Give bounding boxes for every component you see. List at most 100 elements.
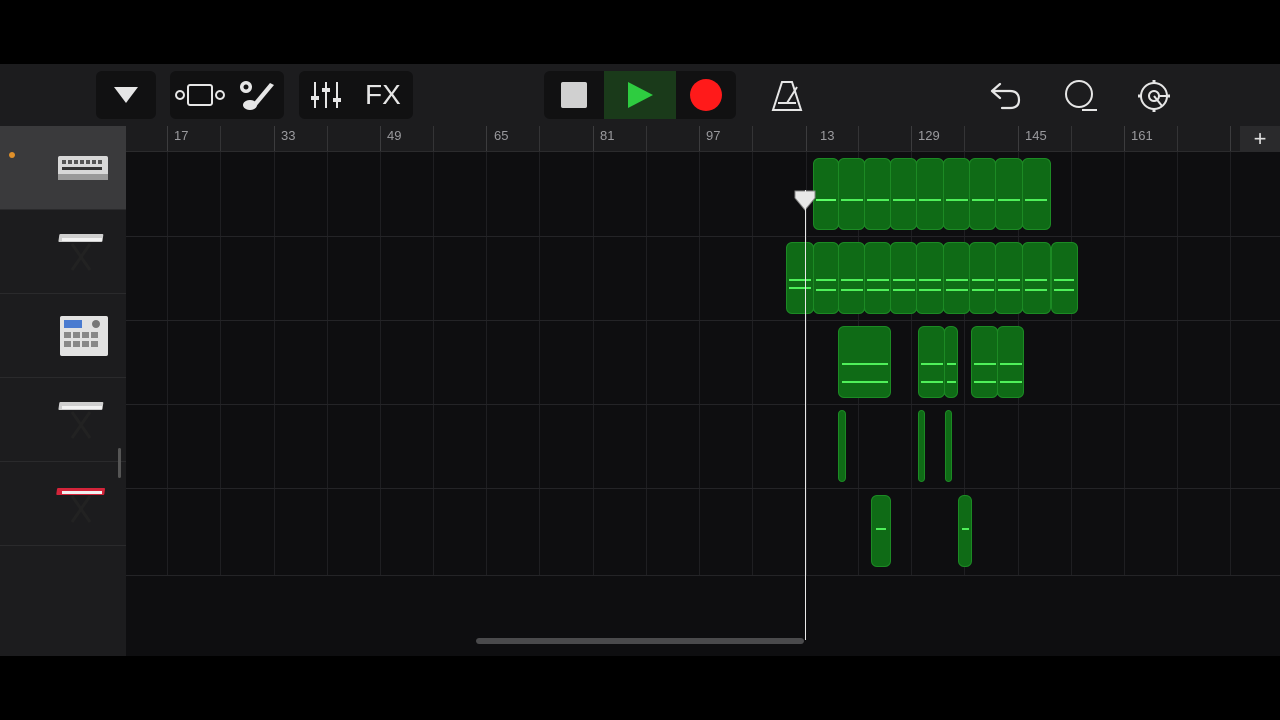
ruler-label: 33 — [281, 128, 296, 143]
region[interactable] — [838, 158, 865, 230]
ruler-tick — [1177, 126, 1178, 151]
settings-gear-icon — [1138, 80, 1170, 112]
region[interactable] — [916, 242, 944, 314]
region[interactable] — [995, 158, 1023, 230]
region[interactable] — [943, 158, 970, 230]
ruler-tick — [911, 126, 912, 151]
loop-browser-button[interactable] — [1062, 78, 1098, 114]
region-notes — [867, 289, 889, 291]
region[interactable] — [813, 158, 839, 230]
metronome-button[interactable] — [769, 78, 805, 114]
ruler-tick — [752, 126, 753, 151]
top-toolbar: FX — [0, 64, 1280, 126]
region[interactable] — [864, 242, 891, 314]
region[interactable] — [958, 495, 972, 567]
region[interactable] — [943, 242, 970, 314]
track-header-keyboard-1[interactable] — [0, 210, 126, 294]
ruler-tick — [327, 126, 328, 151]
region[interactable] — [871, 495, 891, 567]
region[interactable] — [838, 410, 846, 482]
bar-ruler[interactable]: 17 33 49 65 81 97 13 129 145 161 + — [126, 126, 1280, 152]
ruler-tick — [1071, 126, 1072, 151]
stop-button[interactable] — [544, 71, 604, 119]
region[interactable] — [786, 242, 814, 314]
region[interactable] — [890, 242, 917, 314]
track-divider — [126, 488, 1280, 489]
region[interactable] — [944, 326, 958, 398]
add-track-button[interactable]: + — [0, 640, 126, 656]
grid-line — [433, 152, 434, 576]
fx-button[interactable]: FX — [365, 79, 401, 111]
ruler-label: 97 — [706, 128, 721, 143]
ruler-tick — [699, 126, 700, 151]
ruler-tick — [167, 126, 168, 151]
undo-icon — [990, 82, 1021, 110]
track-header-beat-sampler[interactable] — [0, 294, 126, 378]
ruler-tick — [486, 126, 487, 151]
ruler-tick — [593, 126, 594, 151]
ruler-label: 129 — [918, 128, 940, 143]
region-notes — [1025, 279, 1047, 281]
track-headers: + — [0, 126, 126, 640]
region[interactable] — [813, 242, 839, 314]
region[interactable] — [1051, 242, 1078, 314]
transport-controls — [544, 71, 736, 119]
region[interactable] — [945, 410, 952, 482]
region[interactable] — [995, 242, 1023, 314]
track-header-synth[interactable] — [0, 462, 126, 546]
ruler-label: 49 — [387, 128, 402, 143]
region-notes — [1025, 289, 1047, 291]
region-notes — [998, 289, 1020, 291]
add-section-button[interactable]: + — [1240, 126, 1280, 152]
region[interactable] — [969, 242, 996, 314]
region[interactable] — [1022, 242, 1051, 314]
region[interactable] — [864, 158, 891, 230]
track-divider — [126, 236, 1280, 237]
region[interactable] — [838, 242, 865, 314]
region[interactable] — [997, 326, 1024, 398]
grid-line — [327, 152, 328, 576]
grid-line — [539, 152, 540, 576]
home-indicator[interactable] — [476, 638, 804, 644]
instrument-settings-button[interactable] — [236, 77, 278, 113]
region[interactable] — [971, 326, 998, 398]
grid-line — [1124, 152, 1125, 576]
ruler-tick — [274, 126, 275, 151]
ruler-tick — [1018, 126, 1019, 151]
mixer-button[interactable] — [309, 80, 343, 110]
region-notes — [867, 199, 889, 201]
play-button[interactable] — [604, 71, 676, 119]
settings-button[interactable] — [1136, 78, 1172, 114]
browser-view-button[interactable] — [174, 81, 226, 109]
my-songs-button[interactable] — [96, 71, 156, 119]
ruler-label: 145 — [1025, 128, 1047, 143]
region[interactable] — [969, 158, 996, 230]
record-button[interactable] — [676, 71, 736, 119]
region[interactable] — [890, 158, 917, 230]
red-synth-keyboard-icon — [56, 488, 106, 523]
region-notes — [921, 381, 943, 383]
region[interactable] — [918, 326, 945, 398]
track-header-drum-machine[interactable] — [0, 126, 126, 210]
region[interactable] — [918, 410, 925, 482]
undo-button[interactable] — [987, 78, 1023, 114]
region[interactable] — [838, 326, 891, 398]
grid-line — [486, 152, 487, 576]
grid-line — [1071, 152, 1072, 576]
playhead[interactable] — [805, 190, 806, 640]
region[interactable] — [1022, 158, 1051, 230]
region-notes — [1054, 279, 1074, 281]
ruler-label: 13 — [820, 128, 835, 143]
grid-line — [1230, 152, 1231, 576]
region-notes — [919, 199, 941, 201]
ruler-tick — [964, 126, 965, 151]
tracks-view-icon — [175, 84, 225, 106]
loop-icon — [1065, 80, 1097, 111]
region-notes — [1000, 363, 1022, 365]
record-icon — [690, 79, 722, 111]
region-notes — [876, 528, 886, 530]
track-grid[interactable] — [126, 152, 1280, 576]
region[interactable] — [916, 158, 944, 230]
track-header-keyboard-2[interactable] — [0, 378, 126, 462]
ruler-tick — [1124, 126, 1125, 151]
